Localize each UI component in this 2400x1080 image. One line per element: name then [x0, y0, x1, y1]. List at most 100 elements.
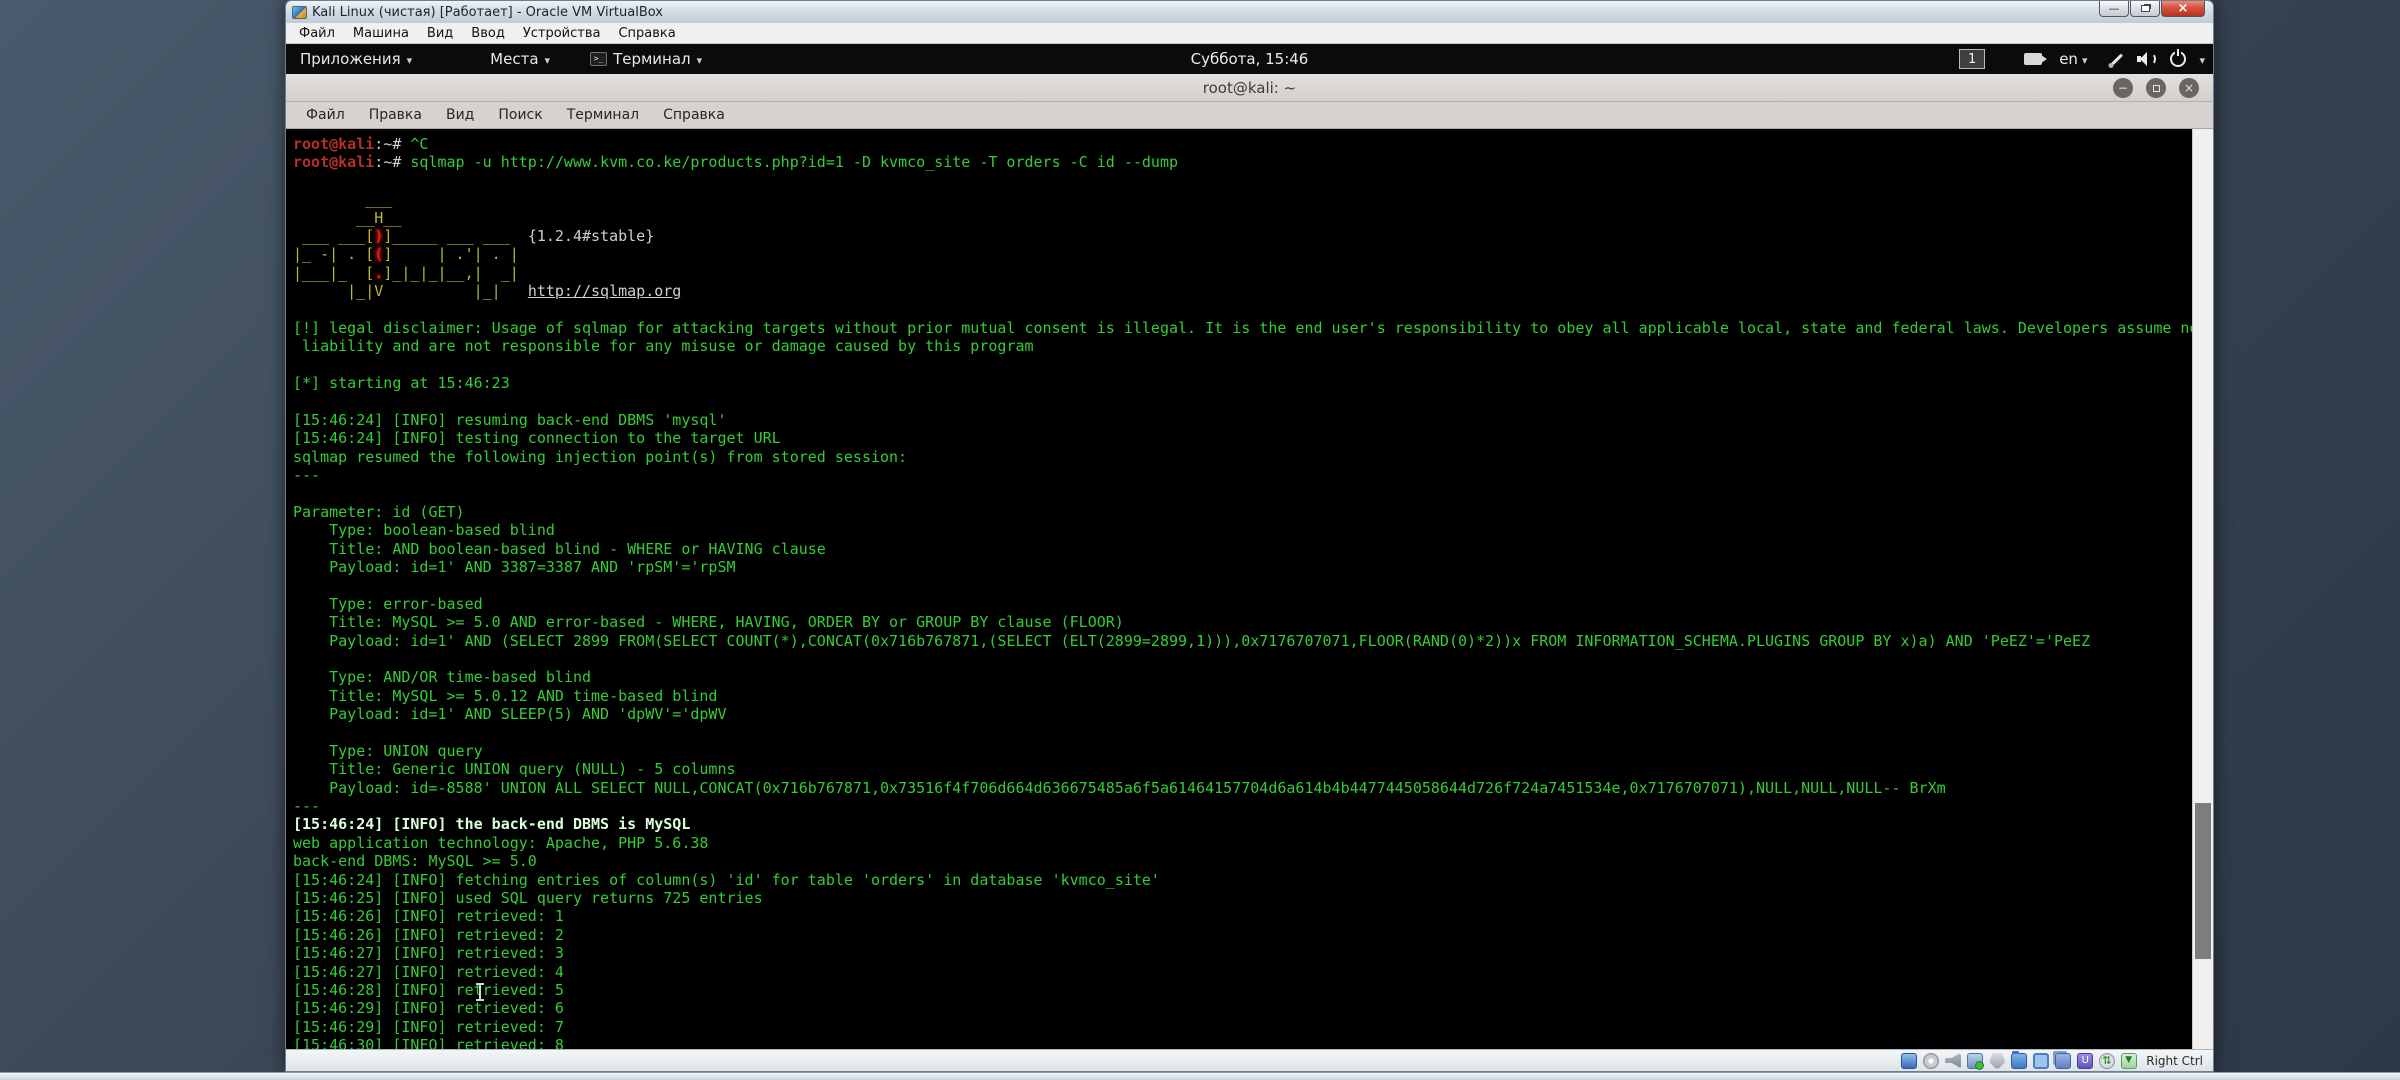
menu-item[interactable]: Устройства	[514, 24, 610, 43]
kali-top-panel: Приложения Места >_ Терминал Суббота, 15…	[286, 44, 2213, 74]
terminal-line: Parameter: id (GET)	[293, 503, 2213, 521]
vbox-menubar: ФайлМашинаВидВводУстройстваСправка	[286, 23, 2213, 44]
terminal-line: Title: MySQL >= 5.0 AND error-based - WH…	[293, 613, 2213, 631]
terminal-line: __H__	[293, 209, 2213, 227]
terminal-line: web application technology: Apache, PHP …	[293, 834, 2213, 852]
vbox-titlebar[interactable]: Kali Linux (чистая) [Работает] - Oracle …	[286, 1, 2213, 23]
terminal-icon: >_	[590, 52, 607, 66]
host-taskbar[interactable]	[0, 1072, 2400, 1080]
terminal-line: Title: AND boolean-based blind - WHERE o…	[293, 540, 2213, 558]
terminal-line: [15:46:25] [INFO] used SQL query returns…	[293, 889, 2213, 907]
menu-item[interactable]: Машина	[344, 24, 418, 43]
chevron-down-icon	[545, 50, 551, 68]
vbox-statusbar: Right Ctrl	[286, 1049, 2213, 1071]
terminal-line: Type: error-based	[293, 595, 2213, 613]
terminal-line: ---	[293, 797, 2213, 815]
terminal-line: [15:46:27] [INFO] retrieved: 3	[293, 944, 2213, 962]
terminal-line: [15:46:27] [INFO] retrieved: 4	[293, 963, 2213, 981]
terminal-line	[293, 356, 2213, 374]
terminal-line: Type: AND/OR time-based blind	[293, 668, 2213, 686]
recording-icon[interactable]	[2055, 1053, 2071, 1069]
workspace-switcher[interactable]: 1	[1959, 49, 1985, 69]
menu-item[interactable]: Терминал	[555, 104, 651, 126]
terminal-minimize-button[interactable]: −	[2113, 78, 2133, 98]
terminal-line: [!] legal disclaimer: Usage of sqlmap fo…	[293, 319, 2213, 337]
screen-recorder-icon[interactable]	[2024, 53, 2042, 65]
scrollbar-thumb[interactable]	[2195, 803, 2211, 959]
terminal-line: [15:46:28] [INFO] retrieved: 5	[293, 981, 2213, 999]
volume-icon[interactable]	[2137, 51, 2157, 67]
terminal-line: |___|_ [.]_|_|_|__,| _|	[293, 264, 2213, 282]
terminal-line	[293, 650, 2213, 668]
terminal-titlebar[interactable]: root@kali: ~ − ×	[286, 74, 2213, 102]
terminal-line: [15:46:26] [INFO] retrieved: 2	[293, 926, 2213, 944]
terminal-line: [15:46:24] [INFO] testing connection to …	[293, 429, 2213, 447]
hard-disk-icon[interactable]	[1901, 1053, 1917, 1069]
mouse-integration-icon[interactable]	[2099, 1053, 2115, 1069]
terminal-line	[293, 301, 2213, 319]
shared-folder-icon[interactable]	[2011, 1053, 2027, 1069]
terminal-output[interactable]: root@kali:~# ^Croot@kali:~# sqlmap -u ht…	[286, 129, 2213, 1051]
desktop: { "colors": { "green": "#35cc35", "promp…	[0, 0, 2400, 1080]
terminal-close-button[interactable]: ×	[2179, 78, 2199, 98]
terminal-scrollbar[interactable]	[2192, 129, 2213, 1051]
chevron-down-icon	[2082, 50, 2088, 68]
power-icon[interactable]	[2170, 51, 2186, 67]
chevron-down-icon	[407, 50, 413, 68]
terminal-line: [15:46:24] [INFO] fetching entries of co…	[293, 871, 2213, 889]
close-button[interactable]: ×	[2161, 1, 2205, 17]
menu-item[interactable]: Вид	[434, 104, 486, 126]
network-icon[interactable]	[1967, 1053, 1983, 1069]
chevron-down-icon[interactable]	[2199, 50, 2205, 68]
menu-item[interactable]: Файл	[290, 24, 344, 43]
optical-disk-icon[interactable]	[1923, 1053, 1939, 1069]
audio-icon[interactable]	[1945, 1053, 1961, 1069]
terminal-line	[293, 576, 2213, 594]
menu-item[interactable]: Ввод	[462, 24, 514, 43]
terminal-line: ___	[293, 190, 2213, 208]
terminal-line: [15:46:29] [INFO] retrieved: 6	[293, 999, 2213, 1017]
terminal-line: |_|V |_| http://sqlmap.org	[293, 282, 2213, 300]
terminal-app-menu[interactable]: >_ Терминал	[580, 44, 712, 74]
vm-screen: Приложения Места >_ Терминал Суббота, 15…	[286, 44, 2213, 1051]
applications-menu[interactable]: Приложения	[290, 44, 422, 74]
terminal-line: |_ -| . [(] | .'| . |	[293, 245, 2213, 263]
terminal-line	[293, 172, 2213, 190]
terminal-title: root@kali: ~	[1203, 79, 1296, 97]
host-key-label: Right Ctrl	[2146, 1054, 2203, 1068]
vm-app-icon	[292, 6, 307, 19]
vbox-window-title: Kali Linux (чистая) [Работает] - Oracle …	[312, 5, 663, 20]
display-icon[interactable]	[2033, 1053, 2049, 1069]
terminal-maximize-button[interactable]	[2146, 78, 2166, 98]
terminal-line: root@kali:~# sqlmap -u http://www.kvm.co…	[293, 153, 2213, 171]
keyboard-capture-icon[interactable]	[2121, 1053, 2137, 1069]
terminal-line: root@kali:~# ^C	[293, 135, 2213, 153]
menu-item[interactable]: Справка	[609, 24, 684, 43]
terminal-line: Type: boolean-based blind	[293, 521, 2213, 539]
terminal-line: back-end DBMS: MySQL >= 5.0	[293, 852, 2213, 870]
menu-item[interactable]: Файл	[294, 104, 357, 126]
terminal-line: sqlmap resumed the following injection p…	[293, 448, 2213, 466]
brush-icon[interactable]	[2111, 53, 2123, 65]
menu-item[interactable]: Поиск	[486, 104, 554, 126]
clock[interactable]: Суббота, 15:46	[1191, 50, 1309, 68]
restore-button[interactable]	[2130, 1, 2160, 17]
maximize-icon	[2153, 85, 2160, 92]
places-menu[interactable]: Места	[480, 44, 560, 74]
terminal-line: Payload: id=1' AND SLEEP(5) AND 'dpWV'='…	[293, 705, 2213, 723]
text-cursor	[479, 985, 481, 999]
terminal-line: Title: Generic UNION query (NULL) - 5 co…	[293, 760, 2213, 778]
menu-item[interactable]: Правка	[357, 104, 434, 126]
menu-item[interactable]: Справка	[651, 104, 737, 126]
menu-item[interactable]: Вид	[418, 24, 462, 43]
terminal-line: Type: UNION query	[293, 742, 2213, 760]
keyboard-layout-selector[interactable]: en	[2059, 50, 2087, 68]
terminal-line: Payload: id=1' AND 3387=3387 AND 'rpSM'=…	[293, 558, 2213, 576]
terminal-line: ___ ___[)]_____ ___ ___ {1.2.4#stable}	[293, 227, 2213, 245]
terminal-line: [15:46:26] [INFO] retrieved: 1	[293, 907, 2213, 925]
usb-icon[interactable]	[1989, 1053, 2005, 1069]
terminal-line: liability and are not responsible for an…	[293, 337, 2213, 355]
restore-icon	[2141, 5, 2150, 12]
minimize-button[interactable]: —	[2099, 1, 2129, 17]
cpu-icon[interactable]	[2077, 1053, 2093, 1069]
